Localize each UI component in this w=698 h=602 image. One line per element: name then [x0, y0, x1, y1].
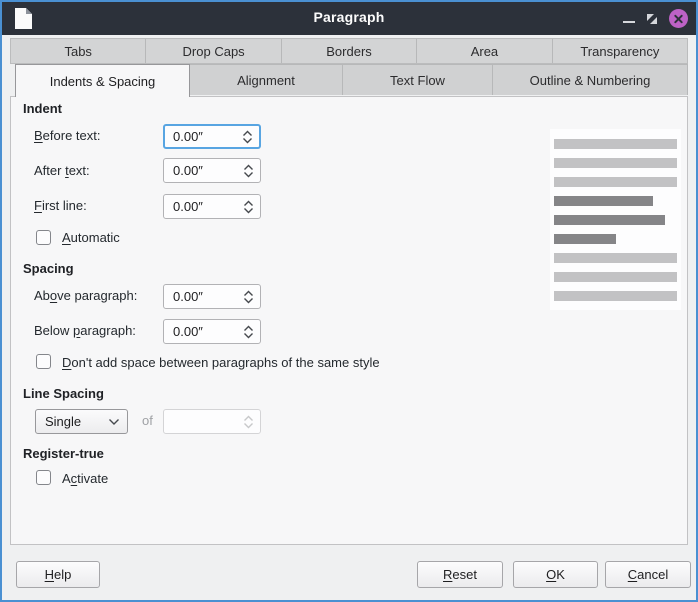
above-paragraph-spinbox[interactable]: 0.00″ [163, 284, 261, 309]
reset-button[interactable]: Reset [417, 561, 503, 588]
spin-down-icon[interactable] [242, 137, 253, 144]
below-paragraph-spinbox[interactable]: 0.00″ [163, 319, 261, 344]
activate-checkbox[interactable] [36, 470, 51, 485]
tab-area[interactable]: Area [417, 39, 552, 63]
tab-alignment[interactable]: Alignment [190, 64, 343, 95]
spin-down-icon[interactable] [243, 332, 254, 339]
after-text-spinbox[interactable]: 0.00″ [163, 158, 261, 183]
line-spacing-of-spinbox [163, 409, 261, 434]
spin-up-icon[interactable] [242, 130, 253, 137]
spin-down-icon[interactable] [243, 297, 254, 304]
activate-label[interactable]: Activate [62, 471, 108, 487]
tab-page-indents-spacing: Indent Before text: 0.00″ After text: 0.… [10, 96, 688, 545]
of-label: of [142, 413, 153, 429]
before-text-spinbox[interactable]: 0.00″ [163, 124, 261, 149]
spin-up-icon[interactable] [243, 200, 254, 207]
automatic-checkbox[interactable] [36, 230, 51, 245]
first-line-spinbox[interactable]: 0.00″ [163, 194, 261, 219]
after-text-value[interactable]: 0.00″ [173, 163, 236, 178]
line-spacing-dropdown[interactable]: Single [35, 409, 128, 434]
indent-heading: Indent [23, 101, 62, 117]
spin-down-icon [243, 422, 254, 429]
tab-tabs[interactable]: Tabs [11, 39, 146, 63]
spin-up-icon[interactable] [243, 325, 254, 332]
spin-down-icon[interactable] [243, 207, 254, 214]
automatic-label[interactable]: Automatic [62, 230, 120, 246]
after-text-label: After text: [34, 163, 90, 179]
first-line-value[interactable]: 0.00″ [173, 199, 236, 214]
preview-line-light [554, 139, 677, 149]
dont-add-space-label[interactable]: Don't add space between paragraphs of th… [62, 355, 380, 371]
cancel-button[interactable]: Cancel [605, 561, 691, 588]
spacing-heading: Spacing [23, 261, 74, 277]
paragraph-preview [550, 129, 681, 310]
preview-line-dark [554, 215, 665, 225]
tab-indents-spacing[interactable]: Indents & Spacing [15, 64, 190, 97]
below-paragraph-label: Below paragraph: [34, 323, 136, 339]
window-title: Paragraph [2, 9, 696, 25]
restore-icon[interactable] [646, 13, 658, 25]
dont-add-space-checkbox[interactable] [36, 354, 51, 369]
minimize-icon[interactable] [623, 21, 635, 23]
spin-up-icon[interactable] [243, 290, 254, 297]
spin-up-icon[interactable] [243, 164, 254, 171]
tab-text-flow[interactable]: Text Flow [343, 64, 493, 95]
spin-down-icon[interactable] [243, 171, 254, 178]
preview-line-dark [554, 196, 653, 206]
preview-line-light [554, 253, 677, 263]
ok-button[interactable]: OK [513, 561, 598, 588]
window-controls [623, 2, 688, 35]
tab-outline-numbering[interactable]: Outline & Numbering [493, 64, 688, 95]
above-paragraph-value[interactable]: 0.00″ [173, 289, 236, 304]
preview-line-light [554, 177, 677, 187]
titlebar[interactable]: Paragraph [2, 2, 696, 35]
above-paragraph-label: Above paragraph: [34, 288, 137, 304]
help-button[interactable]: Help [16, 561, 100, 588]
preview-line-light [554, 291, 677, 301]
below-paragraph-value[interactable]: 0.00″ [173, 324, 236, 339]
register-true-heading: Register-true [23, 446, 104, 462]
tab-borders[interactable]: Borders [282, 39, 417, 63]
before-text-value[interactable]: 0.00″ [173, 129, 235, 144]
tab-strip-top: Tabs Drop Caps Borders Area Transparency [10, 38, 688, 64]
chevron-down-icon [108, 418, 120, 426]
close-icon[interactable] [669, 9, 688, 28]
paragraph-dialog: Paragraph Tabs Drop Caps Borders Area Tr… [0, 0, 698, 602]
tab-transparency[interactable]: Transparency [553, 39, 687, 63]
line-spacing-selected: Single [45, 414, 108, 429]
line-spacing-heading: Line Spacing [23, 386, 104, 402]
first-line-label: First line: [34, 198, 87, 214]
tab-strip-bottom: Indents & Spacing Alignment Text Flow Ou… [10, 64, 688, 96]
preview-line-dark [554, 234, 616, 244]
preview-line-light [554, 158, 677, 168]
before-text-label: Before text: [34, 128, 100, 144]
preview-line-light [554, 272, 677, 282]
tab-drop-caps[interactable]: Drop Caps [146, 39, 281, 63]
spin-up-icon [243, 415, 254, 422]
